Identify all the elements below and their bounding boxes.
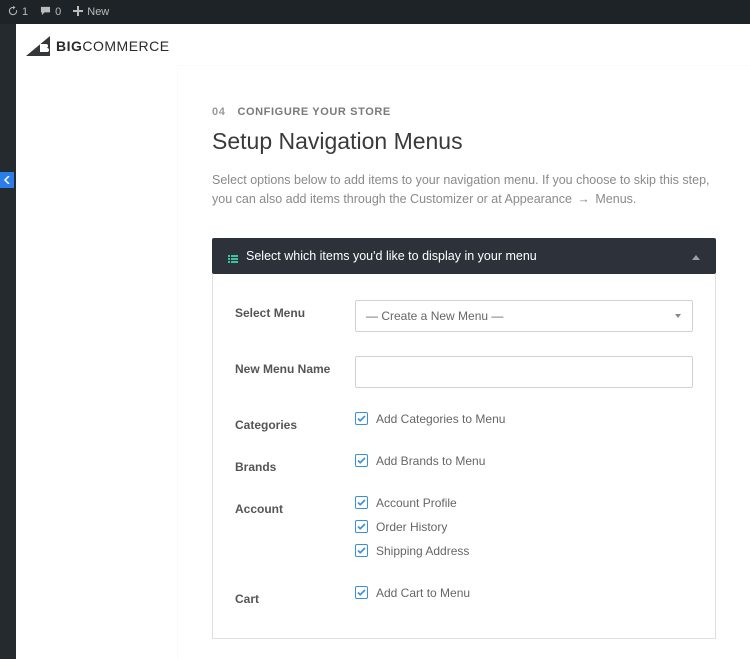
cart-label: Cart — [235, 586, 355, 606]
list-bullet-icon — [228, 252, 236, 260]
step-eyebrow: 04 CONFIGURE YOUR STORE — [212, 106, 716, 118]
field-cart: Cart Add Cart to Menu — [235, 586, 693, 610]
checkbox-checked-icon — [355, 496, 368, 509]
page-description: Select options below to add items to you… — [212, 171, 716, 210]
step-label: CONFIGURE YOUR STORE — [237, 106, 390, 118]
brands-label: Brands — [235, 454, 355, 474]
logo-prefix: BIG — [56, 38, 82, 54]
field-brands: Brands Add Brands to Menu — [235, 454, 693, 478]
comments-item[interactable]: 0 — [40, 6, 61, 19]
field-select-menu: Select Menu — Create a New Menu — — [235, 300, 693, 332]
logo-mark-icon — [26, 36, 54, 56]
page-surface: BIGCOMMERCE 04 CONFIGURE YOUR STORE Setup… — [16, 24, 750, 659]
select-menu-dropdown[interactable]: — Create a New Menu — — [355, 300, 693, 332]
checkbox-checked-icon — [355, 544, 368, 557]
account-profile-option[interactable]: Account Profile — [355, 496, 693, 510]
refresh-count: 1 — [22, 6, 28, 18]
refresh-item[interactable]: 1 — [8, 6, 28, 19]
bigcommerce-logo: BIGCOMMERCE — [26, 36, 740, 56]
arrow-right-icon: → — [577, 192, 590, 206]
checkbox-checked-icon — [355, 412, 368, 425]
account-profile-label: Account Profile — [376, 496, 457, 510]
shipping-address-label: Shipping Address — [376, 544, 469, 558]
page-description-suffix: Menus. — [592, 192, 636, 206]
accordion-body: Select Menu — Create a New Menu — New Me… — [212, 274, 716, 639]
wp-admin-bar: 1 0 New — [0, 0, 750, 24]
accordion-title: Select which items you'd like to display… — [246, 249, 537, 263]
new-label: New — [87, 6, 109, 18]
checkbox-checked-icon — [355, 454, 368, 467]
account-label: Account — [235, 496, 355, 516]
refresh-icon — [8, 6, 18, 19]
new-item[interactable]: New — [73, 6, 109, 19]
field-categories: Categories Add Categories to Menu — [235, 412, 693, 436]
comments-count: 0 — [55, 6, 61, 18]
field-new-menu-name: New Menu Name — [235, 356, 693, 388]
wizard-panel: 04 CONFIGURE YOUR STORE Setup Navigation … — [178, 66, 750, 659]
new-menu-name-input[interactable] — [355, 356, 693, 388]
collapse-sidebar-tab[interactable] — [0, 172, 14, 188]
page-title: Setup Navigation Menus — [212, 128, 716, 155]
categories-label: Categories — [235, 412, 355, 432]
brands-option-label: Add Brands to Menu — [376, 454, 485, 468]
order-history-label: Order History — [376, 520, 447, 534]
categories-option-label: Add Categories to Menu — [376, 412, 505, 426]
order-history-option[interactable]: Order History — [355, 520, 693, 534]
plus-icon — [73, 6, 83, 19]
brands-option[interactable]: Add Brands to Menu — [355, 454, 693, 468]
checkbox-checked-icon — [355, 586, 368, 599]
cart-option[interactable]: Add Cart to Menu — [355, 586, 693, 600]
step-number: 04 — [212, 106, 225, 118]
field-account: Account Account Profile Orde — [235, 496, 693, 568]
new-menu-name-label: New Menu Name — [235, 356, 355, 376]
outer-container: BIGCOMMERCE 04 CONFIGURE YOUR STORE Setup… — [0, 24, 750, 659]
categories-option[interactable]: Add Categories to Menu — [355, 412, 693, 426]
cart-option-label: Add Cart to Menu — [376, 586, 470, 600]
comment-icon — [40, 6, 51, 19]
select-menu-label: Select Menu — [235, 300, 355, 320]
accordion-header[interactable]: Select which items you'd like to display… — [212, 238, 716, 274]
shipping-address-option[interactable]: Shipping Address — [355, 544, 693, 558]
logo-bar: BIGCOMMERCE — [16, 24, 750, 66]
chevron-up-icon — [692, 249, 700, 263]
logo-suffix: COMMERCE — [82, 38, 169, 54]
checkbox-checked-icon — [355, 520, 368, 533]
